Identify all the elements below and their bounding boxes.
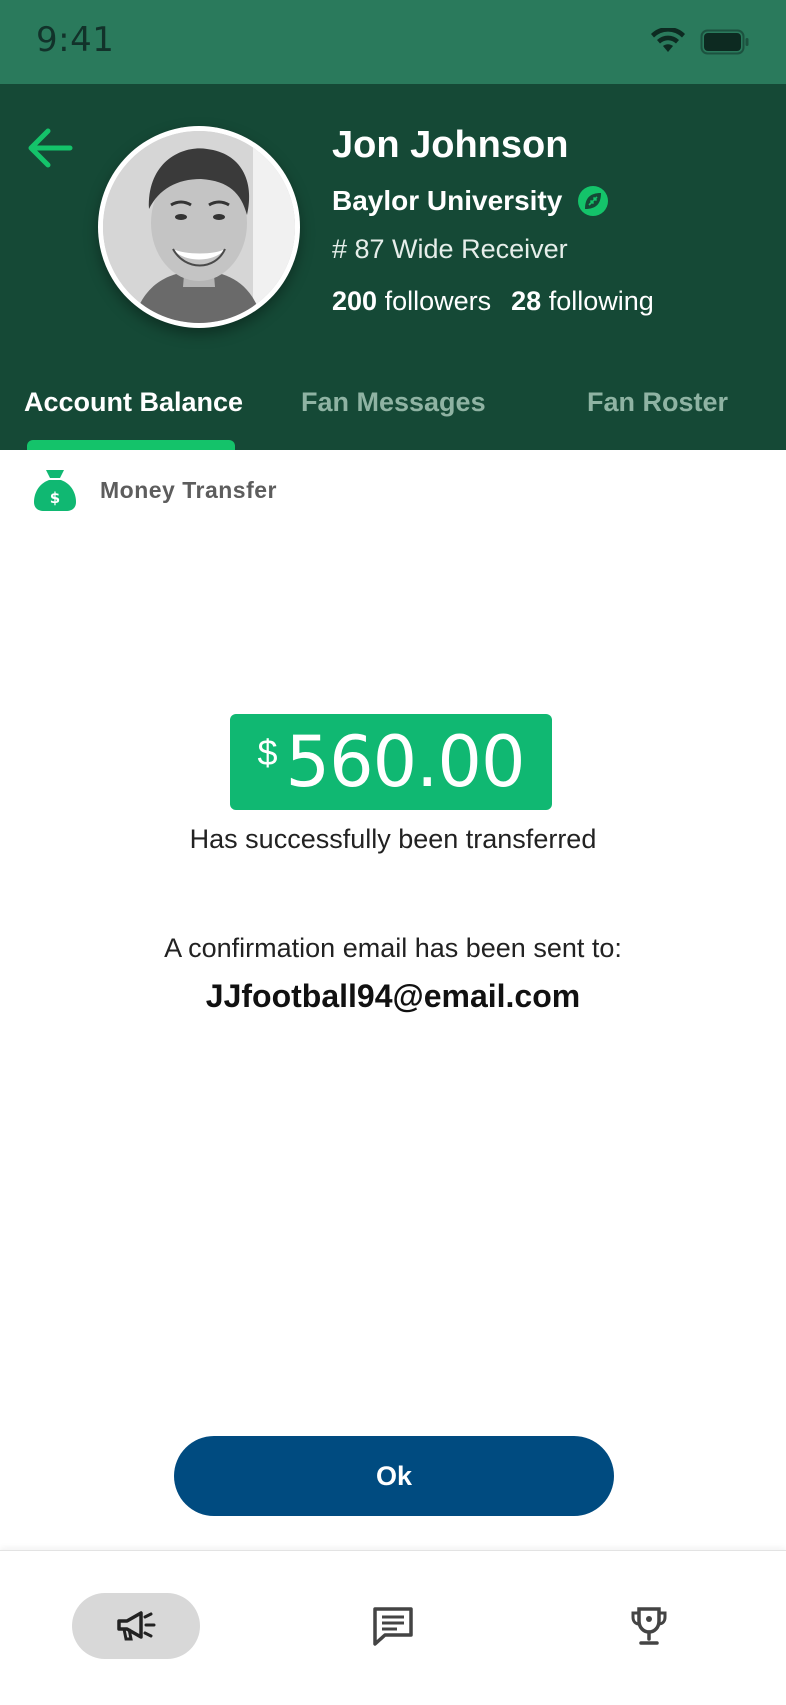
following-label: following xyxy=(548,286,654,316)
active-tab-indicator xyxy=(27,440,235,450)
football-icon xyxy=(578,186,609,216)
school-row: Baylor University xyxy=(332,184,610,218)
nav-item-announcements[interactable] xyxy=(72,1593,200,1659)
following-stat[interactable]: 28 following xyxy=(511,286,654,317)
tab-fan-roster[interactable]: Fan Roster xyxy=(587,374,728,450)
trophy-icon xyxy=(631,1607,667,1645)
battery-icon xyxy=(700,29,749,55)
megaphone-icon xyxy=(117,1611,156,1641)
school-name: Baylor University xyxy=(332,185,563,216)
confirmation-email: JJfootball94@email.com xyxy=(205,978,581,1014)
nav-item-messages[interactable] xyxy=(353,1593,433,1659)
bottom-nav xyxy=(0,1550,786,1705)
transfer-amount-badge: $ 560.00 xyxy=(230,714,552,810)
follow-stats: 200 followers 28 following xyxy=(332,286,654,317)
transfer-status-text: Has successfully been transferred xyxy=(189,824,597,854)
section-header: $ Money Transfer xyxy=(32,468,277,512)
transfer-amount: 560.00 xyxy=(285,721,526,803)
nav-item-rewards[interactable] xyxy=(609,1593,689,1659)
following-count: 28 xyxy=(511,286,542,316)
followers-label: followers xyxy=(384,286,492,316)
avatar-photo xyxy=(103,131,295,323)
tab-bar: Account Balance Fan Messages Fan Roster xyxy=(0,374,786,450)
currency-symbol: $ xyxy=(257,732,278,773)
message-icon xyxy=(373,1607,413,1646)
status-icons xyxy=(650,28,750,56)
confirmation-text: A confirmation email has been sent to: xyxy=(164,933,622,963)
profile-name: Jon Johnson xyxy=(332,124,569,166)
profile-header: Jon Johnson Baylor University # 87 Wide … xyxy=(0,84,786,450)
followers-count: 200 xyxy=(332,286,378,316)
back-arrow-icon[interactable] xyxy=(24,122,76,174)
tab-fan-messages[interactable]: Fan Messages xyxy=(301,374,486,450)
followers-stat[interactable]: 200 followers xyxy=(332,286,491,317)
avatar[interactable] xyxy=(98,126,300,328)
svg-text:$: $ xyxy=(50,489,60,507)
ok-button[interactable]: Ok xyxy=(174,1436,614,1516)
status-bar: 9:41 xyxy=(0,0,786,84)
tab-account-balance[interactable]: Account Balance xyxy=(24,374,243,450)
player-position: # 87 Wide Receiver xyxy=(332,234,568,264)
section-title: Money Transfer xyxy=(100,476,277,503)
status-time: 9:41 xyxy=(36,20,115,60)
wifi-icon xyxy=(651,28,685,52)
money-bag-icon: $ xyxy=(34,470,76,511)
